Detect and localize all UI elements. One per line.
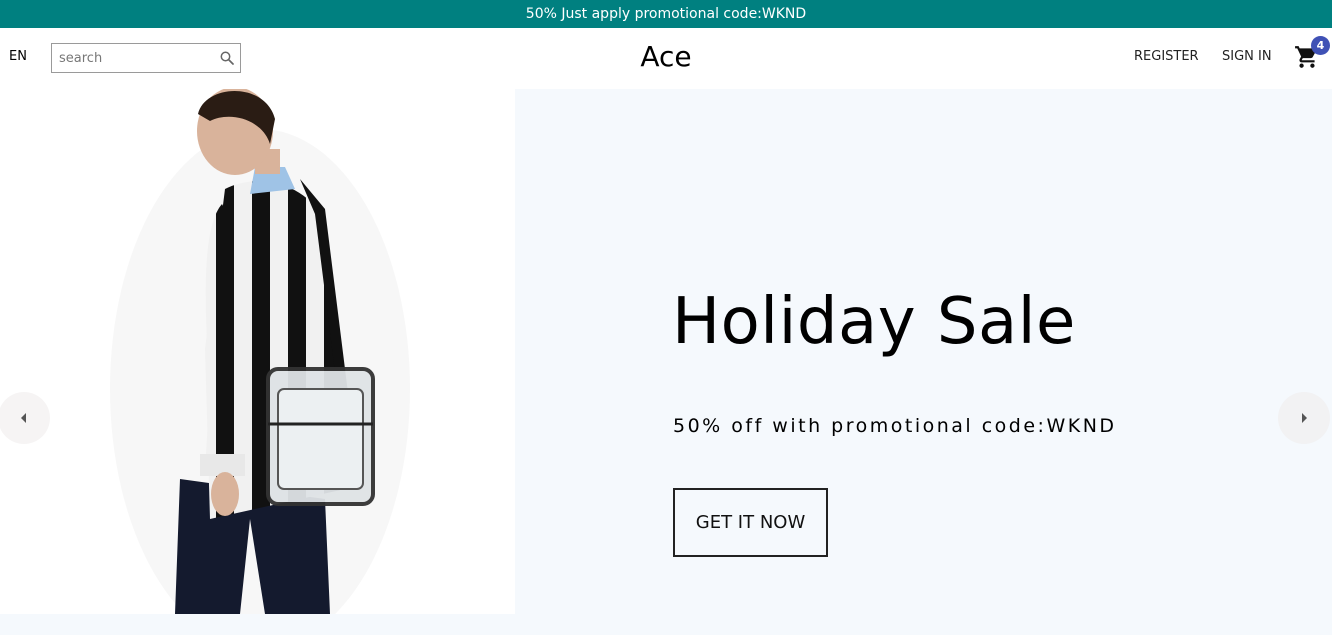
cart-count-badge: 4: [1311, 36, 1330, 55]
search-input[interactable]: [52, 44, 212, 72]
carousel-next-button[interactable]: [1278, 392, 1330, 444]
chevron-right-icon: [1302, 413, 1307, 423]
hero-subtitle: 50% off with promotional code:WKND: [673, 415, 1117, 437]
promo-text: 50% Just apply promotional code:WKND: [525, 6, 807, 22]
hero-carousel: Holiday Sale 50% off with promotional co…: [0, 89, 1332, 614]
chevron-left-icon: [21, 413, 26, 423]
sign-in-link[interactable]: SIGN IN: [1222, 49, 1272, 64]
hero-title: Holiday Sale: [672, 285, 1076, 359]
search-box: [51, 43, 241, 73]
hero-model-illustration: [110, 89, 410, 614]
get-it-now-button[interactable]: GET IT NOW: [673, 488, 828, 557]
promo-bar: 50% Just apply promotional code:WKND: [0, 0, 1332, 28]
carousel-prev-button[interactable]: [0, 392, 50, 444]
search-icon[interactable]: [220, 51, 234, 65]
bottom-strip: [0, 614, 1332, 635]
site-logo[interactable]: Ace: [640, 40, 691, 73]
header: EN Ace REGISTER SIGN IN 4: [0, 28, 1332, 89]
register-link[interactable]: REGISTER: [1134, 49, 1199, 64]
hero-image: [0, 89, 515, 614]
language-selector[interactable]: EN: [9, 49, 27, 64]
